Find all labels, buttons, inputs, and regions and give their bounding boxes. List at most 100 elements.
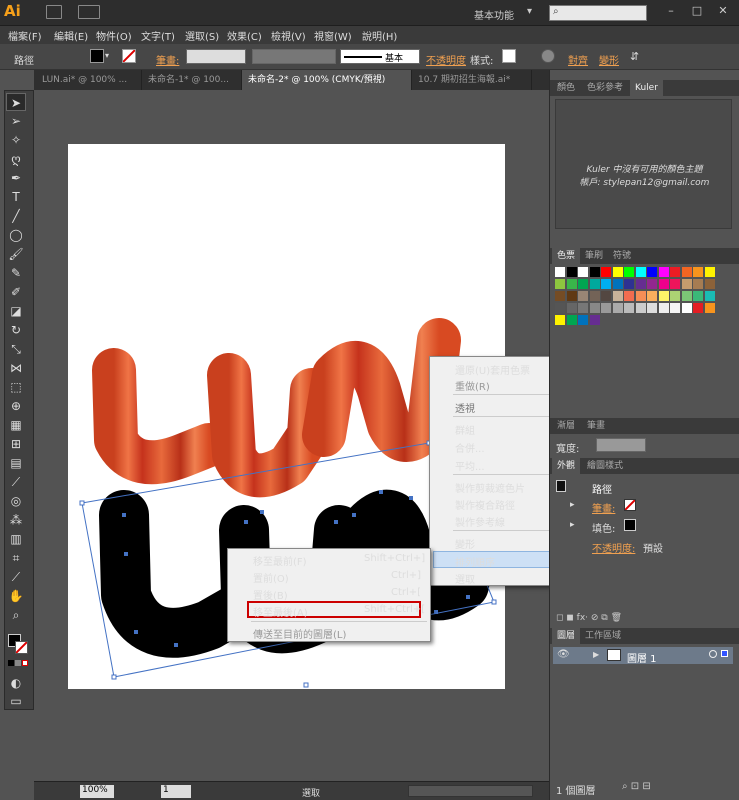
color-swatch[interactable]: [578, 315, 588, 325]
color-mode-icon[interactable]: [8, 660, 14, 666]
color-swatch[interactable]: [566, 267, 577, 277]
color-swatch[interactable]: [612, 279, 623, 289]
color-swatch[interactable]: [658, 279, 669, 289]
color-swatch[interactable]: [624, 303, 634, 313]
color-swatch[interactable]: [589, 303, 600, 313]
color-swatch[interactable]: [658, 291, 669, 301]
color-swatch[interactable]: [589, 291, 600, 301]
magic-wand-tool-icon[interactable]: ✧: [6, 131, 26, 149]
menu-view[interactable]: 檢視(V): [271, 28, 306, 43]
color-swatch[interactable]: [681, 279, 692, 289]
color-swatch[interactable]: [601, 267, 611, 277]
width-tool-icon[interactable]: ⋈: [6, 359, 26, 377]
zoom-tool-icon[interactable]: ⌕: [6, 606, 26, 624]
shape-builder-tool-icon[interactable]: ⊕: [6, 397, 26, 415]
stroke-weight-field[interactable]: [186, 49, 246, 64]
recolor-artwork-icon[interactable]: [541, 49, 555, 63]
menu-item-make-guides[interactable]: 製作參考線: [455, 514, 505, 529]
color-swatch[interactable]: [647, 267, 657, 277]
pen-tool-icon[interactable]: ✒: [6, 169, 26, 187]
color-swatch[interactable]: [624, 279, 634, 289]
menu-edit[interactable]: 編輯(E): [54, 28, 88, 43]
color-swatch[interactable]: [566, 291, 577, 301]
color-swatch[interactable]: [681, 303, 692, 313]
draw-mode-icon[interactable]: ◐: [6, 674, 26, 692]
tab-lun[interactable]: LUN.ai* @ 100% ...: [36, 70, 142, 90]
pencil-tool-icon[interactable]: ✎: [6, 264, 26, 282]
status-mode[interactable]: 選取: [302, 786, 320, 799]
menu-item-arrange[interactable]: 排列順序: [455, 554, 495, 569]
color-swatch[interactable]: [635, 303, 646, 313]
column-graph-tool-icon[interactable]: ▥: [6, 530, 26, 548]
graphic-style-swatch[interactable]: [502, 49, 516, 63]
blend-tool-icon[interactable]: ◎: [6, 492, 26, 510]
screen-mode-icon[interactable]: ▭: [6, 692, 26, 710]
target-icon[interactable]: [709, 650, 717, 658]
menu-help[interactable]: 說明(H): [362, 28, 397, 43]
color-swatch[interactable]: [670, 267, 680, 277]
brush-definition[interactable]: 基本: [340, 49, 420, 64]
menu-item-undo[interactable]: 還原(U)套用色票: [455, 362, 530, 377]
appearance-fill-swatch[interactable]: [624, 519, 636, 531]
direct-selection-tool-icon[interactable]: ➢: [6, 112, 26, 130]
paintbrush-tool-icon[interactable]: 🖌: [6, 245, 26, 263]
color-swatch[interactable]: [647, 291, 657, 301]
stroke-color-icon[interactable]: [15, 641, 28, 654]
menu-type[interactable]: 文字(T): [141, 28, 175, 43]
tab-brushes[interactable]: 筆刷: [580, 248, 608, 264]
hand-tool-icon[interactable]: ✋: [6, 587, 26, 605]
color-swatch[interactable]: [647, 303, 657, 313]
stroke-weight-label[interactable]: 筆畫:: [156, 52, 179, 67]
appearance-footer-icons[interactable]: ◻ ◼ fx· ⊘ ⧉ 🗑: [556, 613, 736, 625]
color-swatch[interactable]: [704, 267, 715, 277]
menu-item-send-backward[interactable]: 置後(B): [253, 587, 288, 602]
color-swatch[interactable]: [624, 291, 634, 301]
chevron-down-icon[interactable]: ▾: [527, 6, 532, 17]
menu-file[interactable]: 檔案(F): [8, 28, 42, 43]
color-swatch[interactable]: [681, 291, 692, 301]
color-swatch[interactable]: [624, 267, 634, 277]
tab-color-guide[interactable]: 色彩參考: [582, 80, 628, 96]
menu-item-perspective[interactable]: 透視: [455, 400, 475, 415]
bridge-icon[interactable]: [46, 5, 62, 19]
variable-width-profile[interactable]: [252, 49, 336, 64]
menu-select[interactable]: 選取(S): [185, 28, 219, 43]
appearance-stroke-swatch[interactable]: [624, 499, 636, 511]
color-swatch[interactable]: [704, 303, 715, 313]
color-swatch[interactable]: [635, 267, 646, 277]
layer-row[interactable]: 👁 ▶ 圖層 1: [553, 647, 733, 665]
line-tool-icon[interactable]: ╱: [6, 207, 26, 225]
horizontal-scrollbar[interactable]: [408, 785, 533, 797]
color-swatch[interactable]: [589, 279, 600, 289]
help-search-input[interactable]: [549, 5, 647, 21]
color-swatch[interactable]: [589, 315, 600, 325]
layer-name[interactable]: 圖層 1: [627, 650, 657, 665]
chevron-down-icon[interactable]: ▾: [105, 51, 109, 60]
close-button[interactable]: ✕: [712, 3, 734, 19]
menu-window[interactable]: 視窗(W): [314, 28, 352, 43]
selection-tool-icon[interactable]: ➤: [6, 93, 26, 111]
lasso-tool-icon[interactable]: ღ: [6, 150, 26, 168]
menu-object[interactable]: 物件(O): [96, 28, 132, 43]
menu-item-select[interactable]: 選取: [455, 571, 475, 586]
color-swatch[interactable]: [635, 291, 646, 301]
tab-graphic-styles[interactable]: 繪圖樣式: [582, 458, 628, 474]
appearance-opacity-label[interactable]: 不透明度:: [592, 540, 635, 555]
eyedropper-tool-icon[interactable]: ⟋: [6, 473, 26, 491]
slice-tool-icon[interactable]: ⟋: [6, 568, 26, 586]
tab-layers[interactable]: 圖層: [552, 628, 581, 644]
color-swatch[interactable]: [555, 303, 565, 313]
none-mode-icon[interactable]: [22, 660, 28, 666]
free-transform-tool-icon[interactable]: ⬚: [6, 378, 26, 396]
menu-item-compound-path[interactable]: 製作複合路徑: [455, 497, 515, 512]
artboard-number-field[interactable]: 1: [161, 785, 191, 798]
zoom-field[interactable]: 100%: [80, 785, 114, 798]
color-swatch[interactable]: [566, 279, 577, 289]
menu-effect[interactable]: 效果(C): [227, 28, 262, 43]
color-swatch[interactable]: [578, 279, 588, 289]
color-swatch[interactable]: [693, 303, 703, 313]
color-swatch[interactable]: [612, 303, 623, 313]
tab-color[interactable]: 顏色: [552, 80, 580, 96]
color-swatch[interactable]: [704, 279, 715, 289]
color-swatch[interactable]: [612, 267, 623, 277]
